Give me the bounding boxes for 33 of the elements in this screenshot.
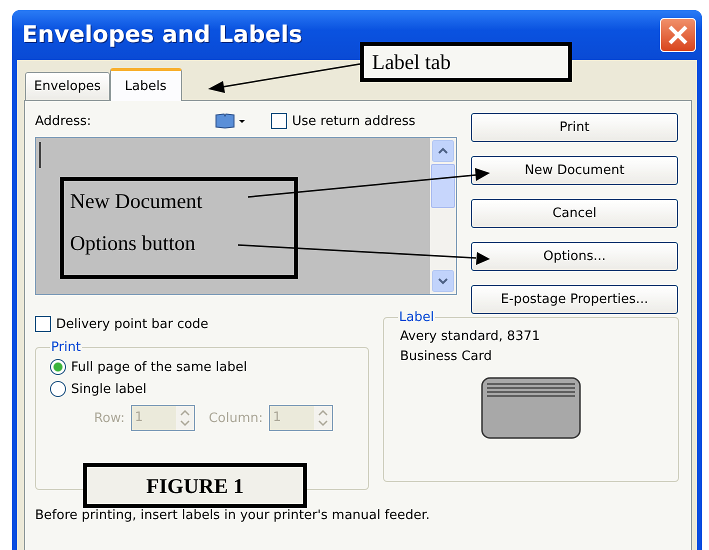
address-book-icon[interactable] — [215, 113, 245, 129]
group-title: Label — [398, 310, 436, 325]
column-label: Column: — [208, 410, 263, 426]
callout-text: New Document — [70, 189, 204, 213]
spin-arrows-icon — [176, 406, 194, 430]
close-button[interactable] — [660, 18, 696, 52]
dialog-button[interactable]: Print — [471, 113, 678, 142]
delivery-bar-code-checkbox[interactable]: Delivery point bar code — [35, 316, 369, 332]
dialog-button[interactable]: E-postage Properties... — [471, 285, 678, 314]
scrollbar[interactable] — [430, 138, 456, 294]
label-info: Avery standard, 8371 — [399, 328, 542, 346]
tab[interactable]: Labels — [110, 68, 182, 101]
dialog-button[interactable]: Cancel — [471, 199, 678, 228]
callout-text: Label tab — [372, 50, 452, 74]
callout-text: Options button — [70, 231, 196, 255]
label-info: Business Card — [399, 348, 493, 366]
dialog-button[interactable]: Options... — [471, 242, 678, 271]
footer-note: Before printing, insert labels in your printer's manual feeder. — [35, 508, 431, 523]
radio-option[interactable]: Full page of the same label — [50, 359, 354, 375]
tab[interactable]: Envelopes — [25, 72, 110, 100]
group-title: Print — [50, 340, 82, 355]
address-field[interactable] — [35, 137, 457, 295]
row-label: Row: — [94, 410, 125, 426]
window-title: Envelopes and Labels — [22, 22, 302, 48]
radio-option[interactable]: Single label — [50, 381, 354, 397]
address-label: Address: — [35, 114, 92, 128]
callout-text: FIGURE 1 — [146, 474, 244, 498]
scroll-up-icon[interactable] — [432, 140, 454, 162]
spin-arrows-icon — [314, 406, 332, 430]
close-icon — [667, 24, 689, 46]
dialog-button[interactable]: New Document — [471, 156, 678, 185]
scroll-down-icon[interactable] — [432, 270, 454, 292]
use-return-address-checkbox[interactable]: Use return address — [271, 113, 416, 129]
